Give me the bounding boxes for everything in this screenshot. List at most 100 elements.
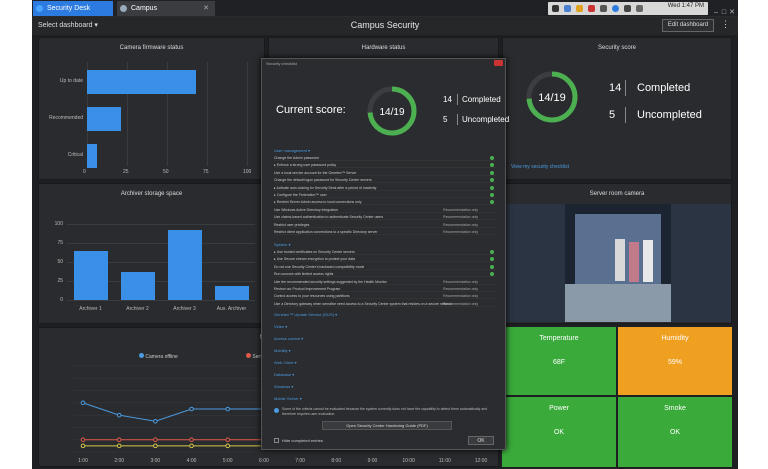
temperature-tile: Temperature 68F xyxy=(502,327,616,395)
close-tab-icon[interactable]: ✕ xyxy=(203,1,209,16)
data-point xyxy=(225,443,231,449)
security-checklist-dialog: Security checklist Current score: 14/19 … xyxy=(261,58,509,450)
checklist-row[interactable]: Change the Admin password xyxy=(274,155,496,161)
x-tick-label: 8:00 xyxy=(331,458,341,464)
data-point xyxy=(80,443,86,449)
tray-icon[interactable] xyxy=(564,5,571,12)
security-desk-icon xyxy=(36,5,43,12)
hide-completed-label: Hide completed entries xyxy=(282,438,323,443)
close-icon[interactable] xyxy=(494,60,503,66)
checklist-row[interactable]: Use a local service account for the Gene… xyxy=(274,170,496,176)
row-text: Control access to your resources using p… xyxy=(274,294,350,299)
checklist-row[interactable]: Use Windows Active Directory integration… xyxy=(274,207,496,213)
info-icon[interactable] xyxy=(612,5,619,12)
collapsed-section[interactable]: Database ▾ xyxy=(274,372,294,377)
smoke-tile: Smoke OK xyxy=(618,397,732,467)
tray-icon[interactable] xyxy=(552,5,559,12)
tab-security-desk[interactable]: Security Desk xyxy=(33,1,113,16)
y-tick-label: 0 xyxy=(60,297,63,303)
score-ring-label: 14/19 xyxy=(538,92,566,104)
ok-button[interactable]: OK xyxy=(468,436,494,445)
dialog-title: Security checklist xyxy=(266,61,297,66)
tab-campus[interactable]: Campus ✕ xyxy=(117,1,215,16)
server-room-video-feed[interactable] xyxy=(505,204,731,322)
collapsed-section[interactable]: Web Client ▾ xyxy=(274,360,297,365)
collapsed-section[interactable]: Mobile Server ▾ xyxy=(274,396,302,401)
checklist-row[interactable]: Do not use Security Center's backward co… xyxy=(274,264,496,270)
system-tray: Wed 1:47 PM xyxy=(548,2,708,15)
hide-completed-checkbox[interactable] xyxy=(274,438,279,443)
row-text: ▸ Enforce a strong user password policy xyxy=(274,163,337,168)
hardening-guide-button[interactable]: Open Security Center Hardening Guide (PD… xyxy=(322,421,452,430)
y-tick-label: 25 xyxy=(57,278,63,284)
section-system[interactable]: System ▾ xyxy=(274,242,290,247)
complete-check-icon xyxy=(490,257,494,262)
checklist-row[interactable]: ▸ Use Secure stream encryption to protec… xyxy=(274,256,496,263)
complete-check-icon xyxy=(490,178,494,183)
x-tick-label: 6:00 xyxy=(259,458,269,464)
checklist-row[interactable]: ▸ Enforce a strong user password policy xyxy=(274,162,496,169)
collapsed-section[interactable]: Mobility ▾ xyxy=(274,348,291,353)
category-label: Recommended xyxy=(49,115,83,121)
complete-check-icon xyxy=(490,200,494,205)
x-tick-label: 11:00 xyxy=(439,458,451,464)
row-text: Use claims-based authentication to authe… xyxy=(274,215,384,220)
checklist-row[interactable]: Restrict client application connections … xyxy=(274,229,496,235)
tray-icon[interactable] xyxy=(600,5,607,12)
row-text: ▸ Configure the Federation™ user xyxy=(274,193,327,197)
category-label: Archiver 1 xyxy=(79,306,102,312)
panel-title: Server room camera xyxy=(589,191,645,197)
checklist-row[interactable]: Restrict user privileges Recommendation o… xyxy=(274,222,496,228)
bar xyxy=(120,271,155,300)
bar xyxy=(87,107,121,131)
checklist-row[interactable]: Review our Product Improvement Program Re… xyxy=(274,286,496,292)
data-point xyxy=(116,437,122,443)
grid-line xyxy=(67,224,255,225)
x-tick-label: 2:00 xyxy=(114,458,124,464)
checklist-row[interactable]: ▸ Activate auto-locking for Security Des… xyxy=(274,185,496,191)
camera-panel: Server room camera xyxy=(502,183,732,324)
y-tick-label: 50 xyxy=(57,259,63,265)
x-tick-label: 3:00 xyxy=(150,458,160,464)
more-options-icon[interactable]: ⋮ xyxy=(721,19,730,30)
person xyxy=(629,242,639,282)
row-text: Use the recommended security settings su… xyxy=(274,279,387,284)
checklist-row[interactable]: ▸ Use trusted certificates on Security C… xyxy=(274,249,496,255)
collapsed-section[interactable]: Video ▾ xyxy=(274,324,287,329)
checklist-row[interactable]: Run sources with limited access rights xyxy=(274,271,496,278)
score-ring: 14/19 xyxy=(526,71,578,123)
collapsed-section[interactable]: Genetec™ Update Service (GUS) ▾ xyxy=(274,312,337,317)
x-tick-label: 0 xyxy=(83,169,86,175)
panel-title: Archiver storage space xyxy=(120,191,183,197)
row-text: ▸ Use trusted certificates on Security C… xyxy=(274,250,355,254)
floor xyxy=(565,284,671,322)
current-score-label: Current score: xyxy=(276,104,346,116)
edit-dashboard-button[interactable]: Edit dashboard xyxy=(662,19,714,32)
complete-check-icon xyxy=(490,264,494,269)
security-checklist-link[interactable]: View my security checklist xyxy=(511,164,569,170)
checklist-row[interactable]: ▸ Configure the Federation™ user xyxy=(274,192,496,198)
checklist-row[interactable]: Use a Directory gateway when sensitive n… xyxy=(274,301,496,307)
checklist-row[interactable]: Use claims-based authentication to authe… xyxy=(274,214,496,221)
panel-title: Camera firmware status xyxy=(119,45,184,51)
sensor-label: Smoke xyxy=(664,405,686,412)
checklist-row[interactable]: Use the recommended security settings su… xyxy=(274,279,496,285)
checklist-row[interactable]: Change the default logon password for Se… xyxy=(274,177,496,184)
x-tick-label: 1:00 xyxy=(78,458,88,464)
data-point xyxy=(189,443,194,449)
alarm-icon[interactable] xyxy=(588,5,595,12)
tab-bar: Security Desk Campus ✕ Wed 1:47 PM – □ ✕ xyxy=(32,0,738,17)
volume-icon[interactable] xyxy=(636,5,643,12)
panel-title: Security score xyxy=(597,45,636,51)
complete-check-icon xyxy=(490,156,494,160)
user-icon[interactable] xyxy=(624,5,631,12)
row-text: Restrict client application connections … xyxy=(274,230,378,234)
window-controls: – □ ✕ xyxy=(712,1,738,16)
checklist-row[interactable]: Control access to your resources using p… xyxy=(274,293,496,300)
collapsed-section[interactable]: Access control ▾ xyxy=(274,336,303,341)
data-point xyxy=(116,443,122,449)
tray-icon[interactable] xyxy=(576,5,583,12)
checklist-row[interactable]: ▸ Restrict Server Admin access to local … xyxy=(274,199,496,206)
section-user-management[interactable]: User management ▾ xyxy=(274,148,310,153)
collapsed-section[interactable]: Windows ▾ xyxy=(274,384,293,389)
